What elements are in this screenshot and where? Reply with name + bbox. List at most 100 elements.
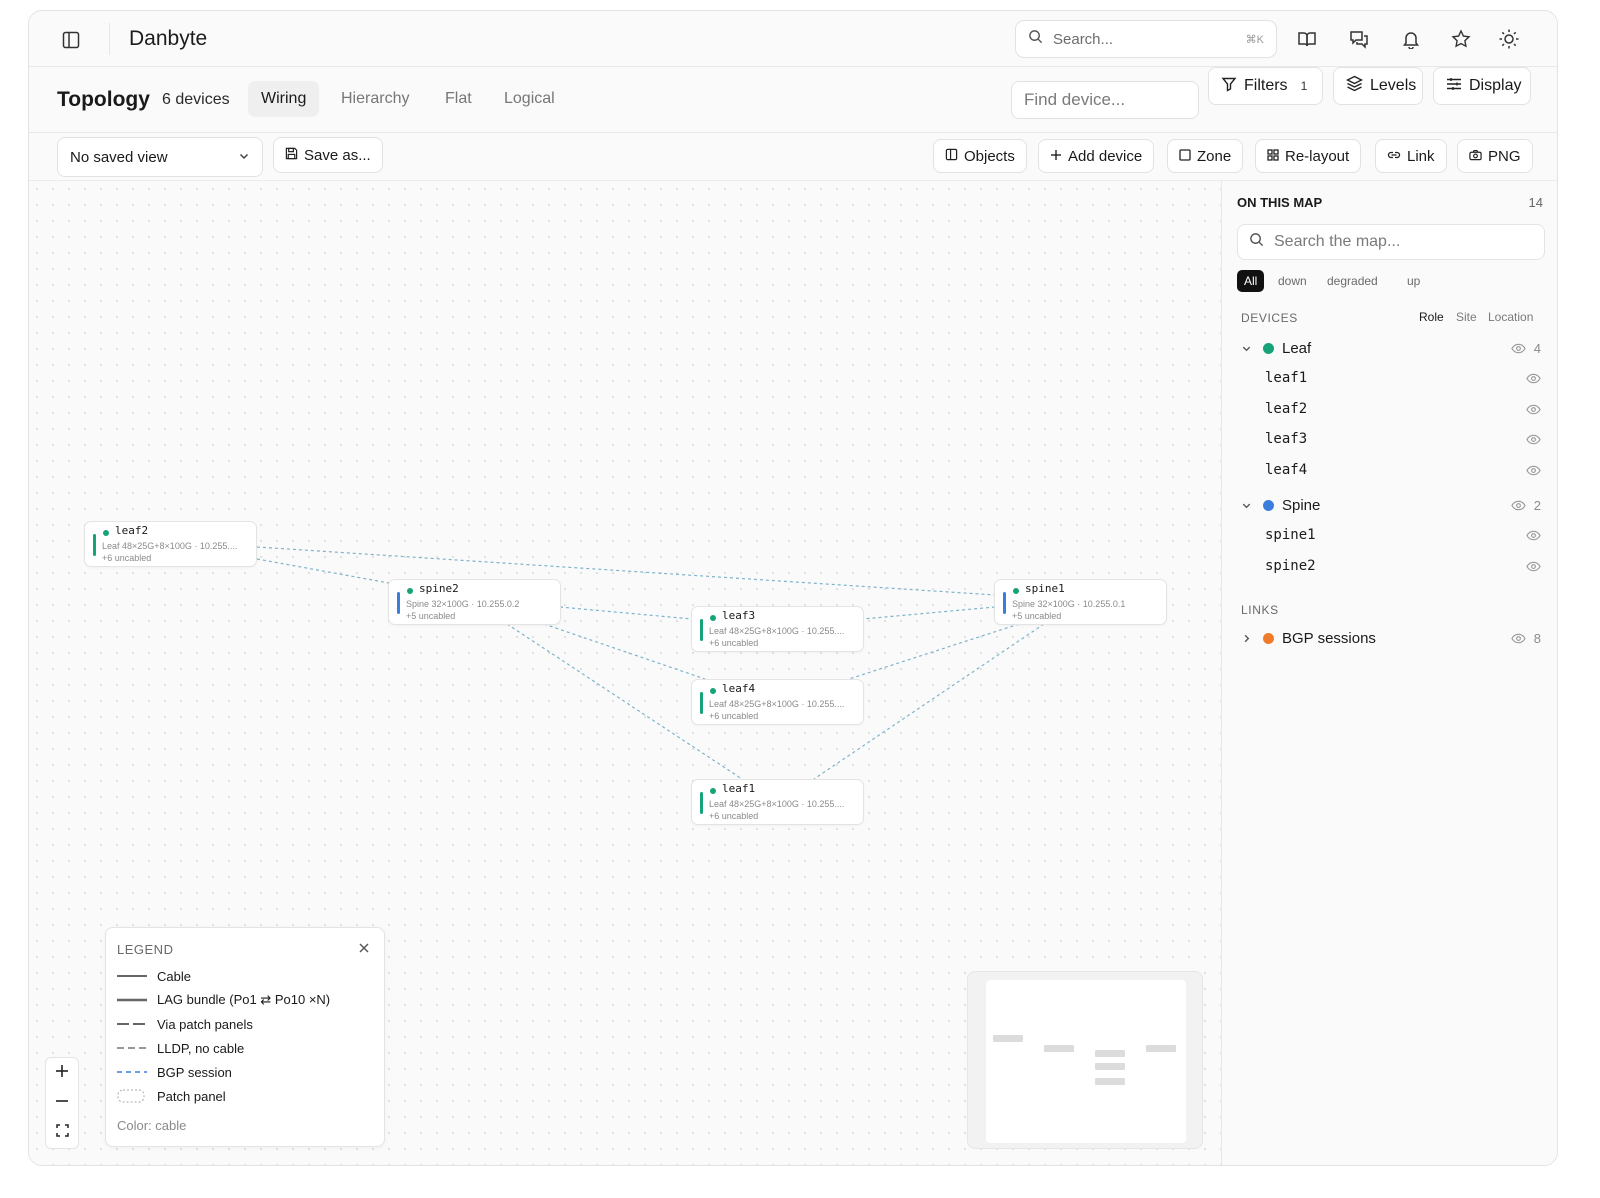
- png-label: PNG: [1488, 147, 1521, 165]
- node-uncabled: +6 uncabled: [709, 811, 759, 821]
- status-filter-degraded[interactable]: degraded: [1320, 270, 1385, 292]
- device-item-leaf2[interactable]: leaf2: [1265, 398, 1541, 420]
- device-group-spine[interactable]: Spine 2: [1241, 494, 1541, 516]
- minimap[interactable]: [967, 971, 1203, 1149]
- device-item-spine1[interactable]: spine1: [1265, 524, 1541, 546]
- tab-logical[interactable]: Logical: [491, 81, 568, 117]
- chevron-down-icon: [238, 149, 250, 166]
- eye-icon[interactable]: [1526, 561, 1541, 572]
- link-button[interactable]: Link: [1375, 139, 1447, 173]
- topology-canvas[interactable]: leaf2 Leaf 48×25G+8×100G · 10.255.... +6…: [29, 181, 1221, 1165]
- device-node-leaf1[interactable]: leaf1 Leaf 48×25G+8×100G · 10.255.... +6…: [691, 779, 864, 825]
- device-node-spine2[interactable]: spine2 Spine 32×100G · 10.255.0.2 +5 unc…: [388, 579, 561, 625]
- sun-icon[interactable]: [1497, 27, 1521, 51]
- relayout-button[interactable]: Re-layout: [1255, 139, 1362, 173]
- chat-icon[interactable]: [1347, 27, 1371, 51]
- device-item-name: leaf1: [1265, 370, 1308, 386]
- star-icon[interactable]: [1449, 27, 1473, 51]
- node-uncabled: +6 uncabled: [102, 553, 152, 563]
- sidepanel-title: ON THIS MAP: [1237, 195, 1323, 210]
- zone-button[interactable]: Zone: [1167, 139, 1244, 173]
- group-tab-site[interactable]: Site: [1456, 310, 1477, 324]
- sidebar-toggle-icon[interactable]: [59, 28, 83, 52]
- device-node-leaf2[interactable]: leaf2 Leaf 48×25G+8×100G · 10.255.... +6…: [84, 521, 257, 567]
- global-search-input[interactable]: Search... ⌘K: [1015, 20, 1277, 58]
- legend-title: LEGEND: [117, 942, 174, 957]
- eye-icon[interactable]: [1526, 373, 1541, 384]
- device-group-leaf[interactable]: Leaf 4: [1241, 337, 1541, 359]
- short-dash-line-icon: [117, 1047, 147, 1049]
- device-item-leaf4[interactable]: leaf4: [1265, 459, 1541, 481]
- device-node-leaf4[interactable]: leaf4 Leaf 48×25G+8×100G · 10.255.... +6…: [691, 679, 864, 725]
- fit-view-button[interactable]: [46, 1118, 78, 1148]
- saved-view-select[interactable]: No saved view: [57, 137, 263, 177]
- node-detail: Leaf 48×25G+8×100G · 10.255....: [102, 541, 238, 551]
- close-icon[interactable]: [356, 940, 372, 956]
- links-section-label: LINKS: [1241, 603, 1279, 617]
- map-search-input[interactable]: Search the map...: [1237, 224, 1545, 260]
- bell-icon[interactable]: [1399, 27, 1423, 51]
- page-title: Topology: [57, 88, 150, 111]
- device-item-leaf3[interactable]: leaf3: [1265, 428, 1541, 450]
- eye-icon[interactable]: [1511, 633, 1526, 644]
- zoom-controls: [45, 1057, 79, 1149]
- minimap-node: [1044, 1045, 1074, 1052]
- legend-label: LLDP, no cable: [157, 1040, 245, 1056]
- node-detail: Leaf 48×25G+8×100G · 10.255....: [709, 699, 845, 709]
- search-icon: [1249, 232, 1264, 252]
- device-item-spine2[interactable]: spine2: [1265, 555, 1541, 577]
- node-detail: Spine 32×100G · 10.255.0.1: [1012, 599, 1126, 609]
- chevron-down-icon[interactable]: [1241, 343, 1257, 354]
- map-toolbar: No saved view Save as... Objects Add dev…: [29, 133, 1557, 181]
- filters-button[interactable]: Filters 1: [1208, 67, 1323, 105]
- levels-button[interactable]: Levels: [1333, 67, 1423, 105]
- device-node-spine1[interactable]: spine1 Spine 32×100G · 10.255.0.1 +5 unc…: [994, 579, 1167, 625]
- find-device-input[interactable]: Find device...: [1011, 81, 1199, 119]
- zoom-out-button[interactable]: [46, 1088, 78, 1118]
- link-label: Link: [1407, 147, 1435, 165]
- minimap-node: [993, 1035, 1023, 1042]
- legend-item-cable: Cable: [117, 966, 191, 986]
- panel-icon: [945, 148, 958, 165]
- objects-label: Objects: [964, 147, 1015, 165]
- eye-icon[interactable]: [1526, 404, 1541, 415]
- node-detail: Leaf 48×25G+8×100G · 10.255....: [709, 626, 845, 636]
- device-item-name: spine1: [1265, 527, 1316, 543]
- eye-icon[interactable]: [1511, 500, 1526, 511]
- eye-icon[interactable]: [1526, 465, 1541, 476]
- eye-icon[interactable]: [1526, 434, 1541, 445]
- link-group-bgp[interactable]: BGP sessions 8: [1241, 627, 1541, 649]
- eye-icon[interactable]: [1511, 343, 1526, 354]
- png-export-button[interactable]: PNG: [1457, 139, 1533, 173]
- display-button[interactable]: Display: [1433, 67, 1531, 105]
- dashed-line-icon: [117, 1023, 147, 1025]
- book-icon[interactable]: [1295, 27, 1319, 51]
- status-filter-all[interactable]: All: [1237, 270, 1265, 292]
- objects-button[interactable]: Objects: [933, 139, 1027, 173]
- legend-label: Via patch panels: [157, 1016, 253, 1032]
- chevron-down-icon[interactable]: [1241, 500, 1257, 511]
- layers-icon: [1345, 75, 1364, 97]
- status-filter-up[interactable]: up: [1400, 270, 1427, 292]
- link-spine1-leaf3: [862, 606, 996, 620]
- eye-icon[interactable]: [1526, 530, 1541, 541]
- device-item-leaf1[interactable]: leaf1: [1265, 367, 1541, 389]
- tab-flat[interactable]: Flat: [432, 81, 485, 117]
- zoom-in-button[interactable]: [46, 1058, 78, 1088]
- save-as-button[interactable]: Save as...: [273, 137, 383, 173]
- role-bar: [700, 619, 703, 641]
- group-tab-role[interactable]: Role: [1419, 310, 1444, 324]
- device-count: 6 devices: [162, 91, 230, 108]
- tab-hierarchy[interactable]: Hierarchy: [328, 81, 422, 117]
- status-filter-down[interactable]: down: [1271, 270, 1314, 292]
- minimap-node: [1095, 1050, 1125, 1057]
- chevron-right-icon[interactable]: [1241, 633, 1257, 644]
- add-device-button[interactable]: Add device: [1038, 139, 1155, 173]
- tab-wiring[interactable]: Wiring: [248, 81, 320, 117]
- spine-color-dot: [1263, 499, 1274, 511]
- node-uncabled: +6 uncabled: [709, 711, 759, 721]
- device-item-name: leaf4: [1265, 462, 1308, 478]
- group-count: 2: [1533, 497, 1541, 513]
- group-tab-location[interactable]: Location: [1488, 310, 1533, 324]
- device-node-leaf3[interactable]: leaf3 Leaf 48×25G+8×100G · 10.255.... +6…: [691, 606, 864, 652]
